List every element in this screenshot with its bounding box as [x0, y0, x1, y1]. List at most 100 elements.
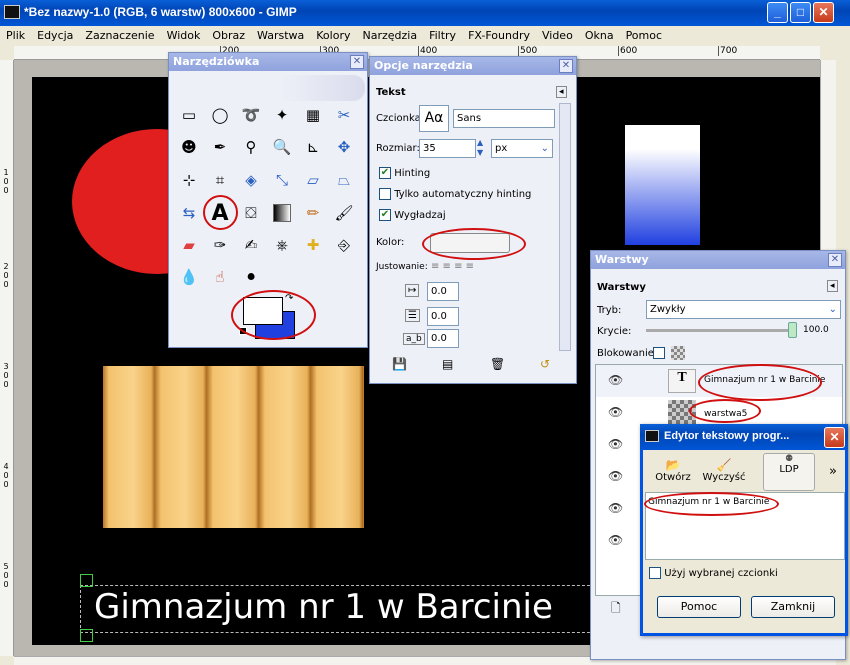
eye-icon[interactable]: 👁 [608, 501, 623, 515]
menu-plik[interactable]: Plik [0, 26, 31, 46]
measure-icon[interactable]: ⊾ [299, 133, 327, 161]
menu-warstwa[interactable]: Warstwa [251, 26, 310, 46]
size-input[interactable]: 35 [419, 139, 476, 158]
rotate-icon[interactable]: ◈ [237, 166, 265, 194]
perspective-icon[interactable]: ⏢ [330, 166, 358, 194]
paths-icon[interactable]: ✒ [206, 133, 234, 161]
airbrush-icon[interactable]: ✑ [206, 231, 234, 259]
menu-kolory[interactable]: Kolory [310, 26, 356, 46]
justify-left-icon[interactable]: ≡ ≡ ≡ ≡ [431, 261, 474, 272]
rect-select-icon[interactable]: ▭ [175, 101, 203, 129]
align-icon[interactable]: ⊹ [175, 166, 203, 194]
eye-icon[interactable]: 👁 [608, 533, 623, 547]
zoom-icon[interactable]: 🔍 [268, 133, 296, 161]
heal-icon[interactable]: ✚ [299, 231, 327, 259]
menu-obraz[interactable]: Obraz [206, 26, 251, 46]
menu-narzedzia[interactable]: Narzędzia [356, 26, 423, 46]
foreground-select-icon[interactable]: ☻ [175, 133, 203, 161]
ruler-tick: 300 [3, 362, 9, 389]
highlight-layer-name [698, 364, 822, 401]
new-layer-icon[interactable]: 🗋 [611, 599, 621, 620]
more-icon[interactable]: » [829, 464, 837, 479]
letter-spacing-input[interactable]: 0.0 [427, 329, 459, 348]
font-preview-button[interactable]: Aα [419, 105, 449, 132]
eye-icon[interactable]: 👁 [608, 437, 623, 451]
save-options-icon[interactable]: 💾 [392, 357, 407, 371]
eye-icon[interactable]: 👁 [608, 405, 623, 419]
menu-fx-foundry[interactable]: FX-Foundry [462, 26, 536, 46]
help-label: Pomoc [680, 600, 718, 613]
lasso-icon[interactable]: ➰ [237, 101, 265, 129]
indent-input[interactable]: 0.0 [427, 282, 459, 301]
minimize-button[interactable]: _ [767, 2, 788, 23]
open-button[interactable]: 📂 Otwórz [653, 458, 693, 490]
configure-tab-icon[interactable]: ◂ [556, 86, 567, 98]
options-scrollbar[interactable] [559, 103, 571, 351]
scissors-icon[interactable]: ✂ [330, 101, 358, 129]
text-editor-close-button[interactable]: ✕ [824, 427, 845, 448]
bucket-fill-icon[interactable]: ⛋ [237, 199, 265, 227]
menu-zaznaczenie[interactable]: Zaznaczenie [79, 26, 160, 46]
menu-pomoc[interactable]: Pomoc [620, 26, 668, 46]
clear-button[interactable]: 🧹 Wyczyść [701, 458, 747, 490]
close-button[interactable]: ✕ [813, 2, 834, 23]
opacity-value[interactable]: 100.0 [803, 325, 829, 335]
color-select-icon[interactable]: ▦ [299, 101, 327, 129]
use-font-checkbox[interactable]: Użyj wybranej czcionki [649, 567, 778, 579]
ldp-button[interactable]: ⚉ LDP [763, 453, 815, 491]
move-icon[interactable]: ✥ [330, 133, 358, 161]
shear-icon[interactable]: ▱ [299, 166, 327, 194]
font-input[interactable]: Sans [453, 109, 555, 128]
scale-icon[interactable]: ⤡ [268, 166, 296, 194]
line-spacing-input[interactable]: 0.0 [427, 307, 459, 326]
opacity-slider-handle[interactable] [788, 322, 797, 338]
blend-icon[interactable] [268, 199, 296, 227]
clone-icon[interactable]: ⎈ [268, 231, 296, 259]
pencil-icon[interactable]: ✏ [299, 199, 327, 227]
menu-edycja[interactable]: Edycja [31, 26, 79, 46]
color-picker-icon[interactable]: ⚲ [237, 133, 265, 161]
tool-options-close-button[interactable]: ✕ [559, 59, 573, 73]
perspective-clone-icon[interactable]: ⎆ [330, 231, 358, 259]
antialias-checkbox[interactable]: ✔ Wygładzaj [379, 209, 446, 221]
paintbrush-icon[interactable]: 🖌 [330, 199, 358, 227]
lock-checkbox[interactable] [653, 347, 665, 359]
help-button[interactable]: Pomoc [657, 596, 741, 618]
dodge-burn-icon[interactable]: ⚫ [237, 263, 265, 291]
auto-hinting-checkbox[interactable]: Tylko automatyczny hinting [379, 188, 531, 200]
text-handle[interactable] [80, 574, 93, 587]
ellipse-select-icon[interactable]: ◯ [206, 101, 234, 129]
crop-icon[interactable]: ⌗ [206, 166, 234, 194]
restore-options-icon[interactable]: ▤ [442, 357, 453, 371]
fuzzy-select-icon[interactable]: ✦ [268, 101, 296, 129]
toolbox-close-button[interactable]: ✕ [350, 55, 364, 69]
menu-okna[interactable]: Okna [579, 26, 620, 46]
maximize-button[interactable]: □ [790, 2, 811, 23]
unit-select[interactable]: px ⌄ [491, 139, 553, 158]
text-handle[interactable] [80, 629, 93, 642]
reset-options-icon[interactable]: ↺ [540, 357, 550, 371]
close-dialog-button[interactable]: Zamknij [751, 596, 835, 618]
hinting-checkbox[interactable]: ✔ Hinting [379, 167, 430, 179]
mode-label: Tryb: [597, 305, 622, 316]
smudge-icon[interactable]: ☝ [206, 263, 234, 291]
size-spinner-icon[interactable]: ▲ ▼ [477, 138, 483, 158]
toolbox-title-bar: Narzędziówka ✕ [169, 53, 367, 71]
mode-select[interactable]: Zwykły ⌄ [646, 300, 841, 319]
lock-alpha-icon[interactable] [671, 346, 685, 360]
layers-close-button[interactable]: ✕ [828, 253, 842, 267]
menu-filtry[interactable]: Filtry [423, 26, 462, 46]
eye-icon[interactable]: 👁 [608, 469, 623, 483]
ruler-tick: 400 [3, 462, 9, 489]
menu-widok[interactable]: Widok [161, 26, 207, 46]
menu-video[interactable]: Video [536, 26, 579, 46]
ruler-tick: 700 [718, 46, 738, 56]
opacity-slider[interactable] [646, 329, 796, 332]
blur-icon[interactable]: 💧 [175, 263, 203, 291]
configure-tab-icon[interactable]: ◂ [827, 280, 838, 292]
flip-icon[interactable]: ⇆ [175, 199, 203, 227]
ink-icon[interactable]: ✍ [237, 231, 265, 259]
eraser-icon[interactable]: ▰ [175, 231, 203, 259]
eye-icon[interactable]: 👁 [608, 373, 623, 387]
delete-options-icon[interactable]: 🗑 [490, 357, 505, 371]
